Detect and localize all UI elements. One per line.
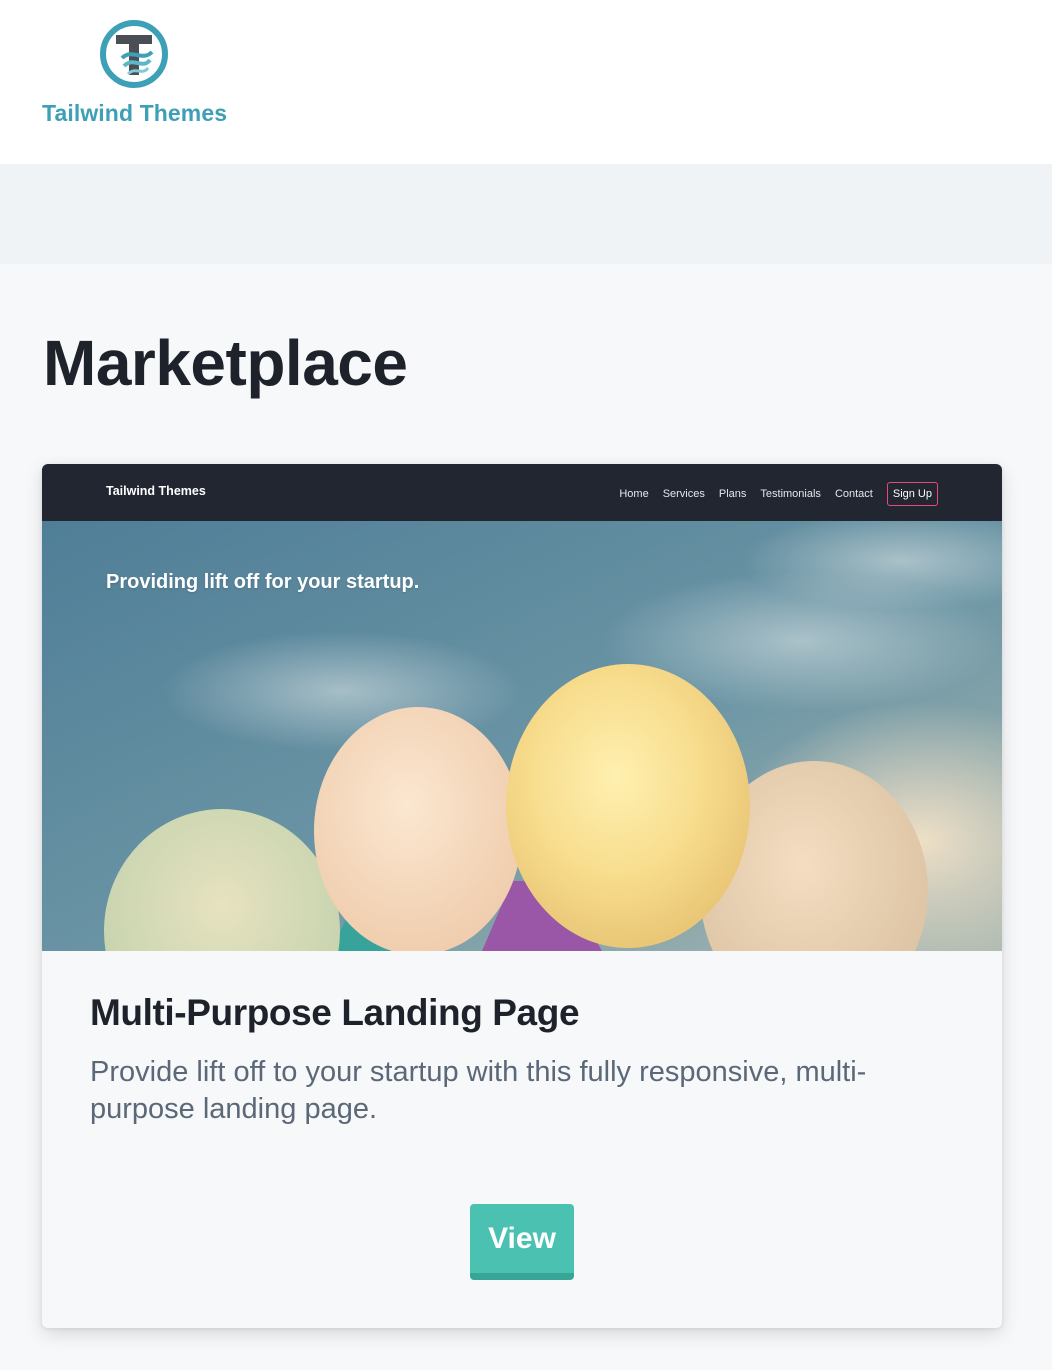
page-title: Marketplace: [43, 327, 408, 399]
preview-nav-services: Services: [662, 488, 705, 500]
preview-nav-contact: Contact: [834, 488, 873, 500]
card-description: Provide lift off to your startup with th…: [90, 1056, 867, 1125]
preview-menu: Home Services Plans Testimonials Contact…: [605, 482, 938, 506]
tailwind-themes-logo-icon: [100, 20, 168, 88]
preview-signup-button: Sign Up: [886, 482, 938, 506]
logo-link[interactable]: Tailwind Themes: [40, 18, 240, 138]
preview-nav-home: Home: [619, 488, 649, 500]
preview-hero: Providing lift off for your startup.: [42, 521, 1002, 951]
site-header: Tailwind Themes: [0, 0, 1052, 164]
preview-brand: Tailwind Themes: [106, 484, 206, 498]
view-button[interactable]: View: [470, 1204, 574, 1280]
preview-nav-testimonials: Testimonials: [760, 488, 821, 500]
card-title: Multi-Purpose Landing Page: [90, 992, 580, 1033]
preview-hero-heading: Providing lift off for your startup.: [106, 571, 420, 593]
header-band: [0, 164, 1052, 264]
logo-text: Tailwind Themes: [42, 100, 228, 126]
theme-card: Tailwind Themes Home Services Plans Test…: [42, 464, 1002, 1328]
preview-nav-plans: Plans: [718, 488, 747, 500]
preview-navbar: Tailwind Themes Home Services Plans Test…: [42, 464, 1002, 521]
card-body: Multi-Purpose Landing Page Provide lift …: [90, 992, 960, 1128]
theme-preview[interactable]: Tailwind Themes Home Services Plans Test…: [42, 464, 1002, 951]
